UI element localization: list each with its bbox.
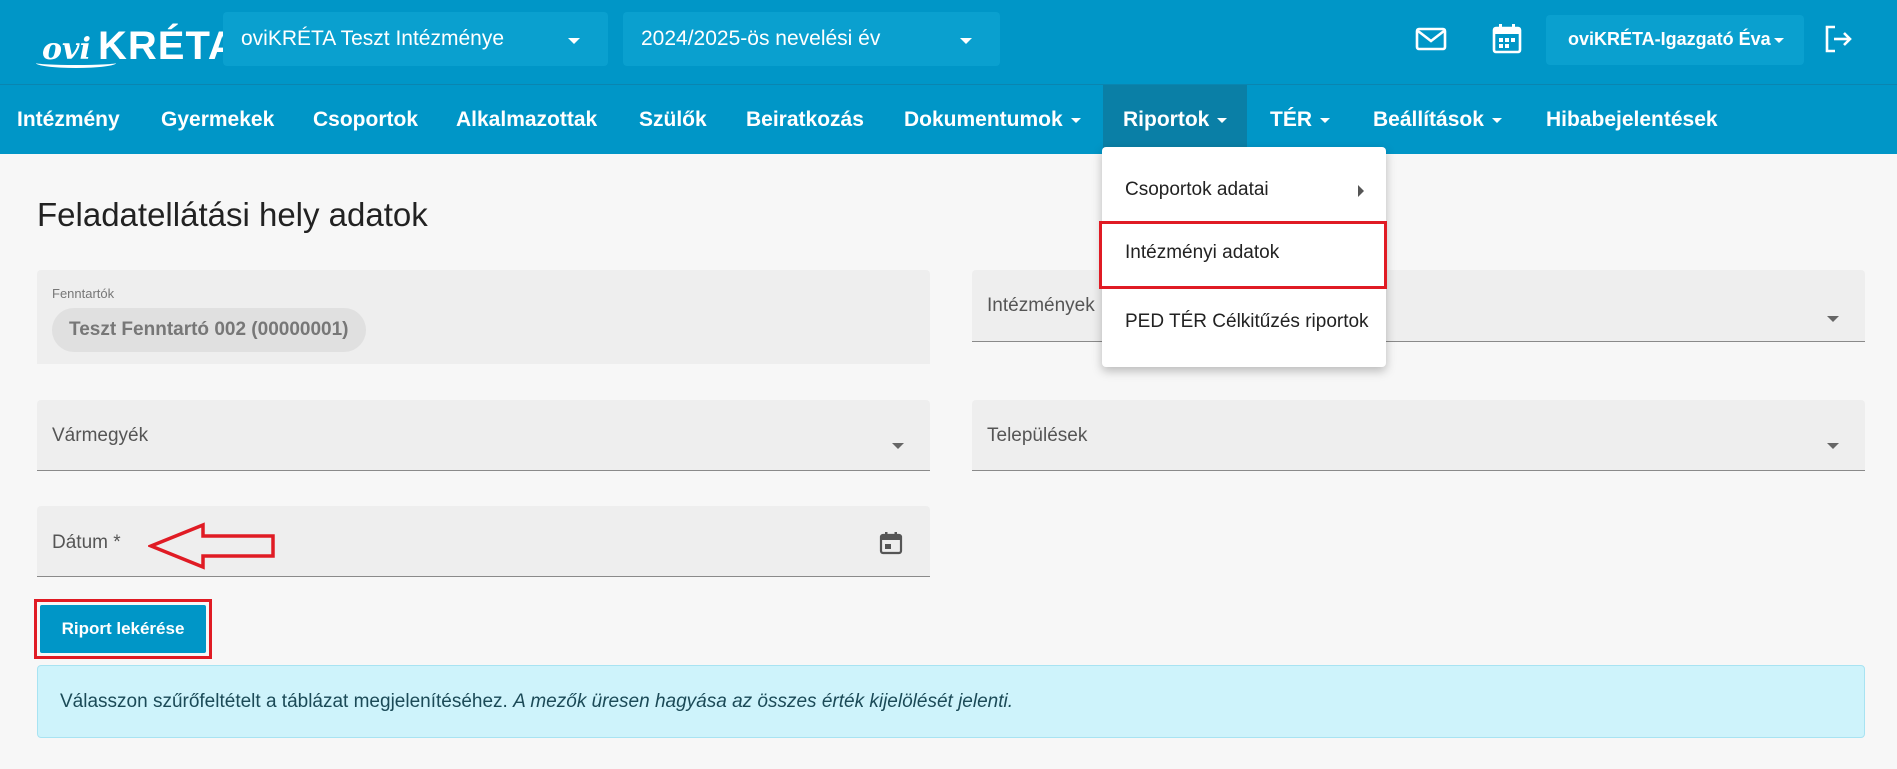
varmegyek-select[interactable]: Vármegyék — [37, 400, 930, 471]
nav-item-szulok[interactable]: Szülők — [639, 85, 707, 155]
annotation-highlight-box: Riport lekérése — [34, 599, 212, 659]
menu-item-ped-ter-celkituzes[interactable]: PED TÉR Célkitűzés riportok — [1102, 291, 1386, 353]
chevron-down-icon — [1217, 117, 1228, 123]
nav-item-intezmeny[interactable]: Intézmény — [17, 85, 120, 155]
nav-item-ter-label: TÉR — [1270, 108, 1312, 131]
alert-italic-text: A mezők üresen hagyása az összes érték k… — [513, 691, 1013, 712]
nav-item-riportok-label: Riportok — [1123, 108, 1210, 131]
mail-icon[interactable] — [1414, 22, 1448, 56]
institution-select-value: oviKRÉTA Teszt Intézménye — [241, 27, 505, 50]
user-name: oviKRÉTA-Igazgató Éva — [1568, 29, 1771, 49]
fenntartok-field: Fenntartók Teszt Fenntartó 002 (00000001… — [37, 270, 930, 364]
nav-item-csoportok[interactable]: Csoportok — [313, 85, 418, 155]
dropdown-arrow-icon — [1827, 443, 1839, 449]
dropdown-arrow-icon — [1827, 316, 1839, 322]
nav-item-gyermekek[interactable]: Gyermekek — [161, 85, 274, 155]
riport-lekerese-button[interactable]: Riport lekérése — [40, 605, 206, 653]
nav-item-dokumentumok-label: Dokumentumok — [904, 108, 1063, 131]
top-header: ovi KRÉTA oviKRÉTA Teszt Intézménye 2024… — [0, 0, 1897, 84]
intezmenyek-label: Intézmények — [987, 295, 1095, 316]
chevron-down-icon — [568, 38, 580, 44]
datum-label: Dátum * — [52, 532, 121, 553]
telepulesek-label: Települések — [987, 425, 1088, 446]
fenntartok-label: Fenntartók — [52, 286, 115, 301]
chevron-down-icon — [1491, 117, 1502, 123]
menu-item-label: Csoportok adatai — [1125, 179, 1269, 200]
nav-item-dokumentumok[interactable]: Dokumentumok — [904, 85, 1081, 155]
menu-item-intezmenyi-adatok[interactable]: Intézményi adatok — [1099, 221, 1387, 289]
chevron-down-icon — [960, 38, 972, 44]
nav-item-beiratkozas[interactable]: Beiratkozás — [746, 85, 864, 155]
nav-item-beallitasok-label: Beállítások — [1373, 108, 1484, 131]
nav-item-alkalmazottak[interactable]: Alkalmazottak — [456, 85, 597, 155]
menu-item-csoportok-adatai[interactable]: Csoportok adatai — [1102, 159, 1386, 221]
chevron-right-icon — [1358, 185, 1364, 197]
institution-select[interactable]: oviKRÉTA Teszt Intézménye — [223, 12, 608, 66]
user-menu-button[interactable]: oviKRÉTA-Igazgató Éva — [1546, 15, 1804, 65]
nav-item-riportok[interactable]: Riportok — [1103, 85, 1248, 155]
annotation-highlight-box — [1099, 221, 1387, 289]
logo-kreta: KRÉTA — [98, 24, 238, 68]
dropdown-arrow-icon — [892, 443, 904, 449]
riportok-dropdown-menu: Csoportok adatai Intézményi adatok PED T… — [1099, 147, 1387, 367]
chevron-down-icon — [1774, 38, 1784, 43]
school-year-select[interactable]: 2024/2025-ös nevelési év — [623, 12, 1000, 66]
info-alert: Válasszon szűrőfeltételt a táblázat megj… — [37, 665, 1865, 738]
logout-icon[interactable] — [1821, 22, 1855, 56]
telepulesek-select[interactable]: Települések — [972, 400, 1865, 471]
calendar-icon[interactable] — [878, 530, 904, 556]
chevron-down-icon — [1320, 117, 1330, 123]
page-title: Feladatellátási hely adatok — [37, 196, 428, 233]
menu-item-label: PED TÉR Célkitűzés riportok — [1125, 311, 1369, 332]
fenntarto-chip: Teszt Fenntartó 002 (00000001) — [52, 308, 366, 352]
nav-item-ter[interactable]: TÉR — [1270, 85, 1330, 155]
chevron-down-icon — [1070, 117, 1081, 123]
nav-item-hibabejelentesek[interactable]: Hibabejelentések — [1546, 85, 1718, 155]
varmegyek-label: Vármegyék — [52, 425, 149, 446]
alert-text: Válasszon szűrőfeltételt a táblázat megj… — [60, 691, 508, 712]
nav-item-beallitasok[interactable]: Beállítások — [1373, 85, 1502, 155]
school-year-select-value: 2024/2025-ös nevelési év — [641, 27, 881, 50]
main-nav: Intézmény Gyermekek Csoportok Alkalmazot… — [0, 84, 1897, 155]
app-logo[interactable]: ovi KRÉTA — [36, 14, 237, 70]
logo-swoosh — [36, 58, 116, 68]
calendar-icon[interactable] — [1490, 22, 1524, 56]
annotation-arrow — [148, 522, 275, 570]
